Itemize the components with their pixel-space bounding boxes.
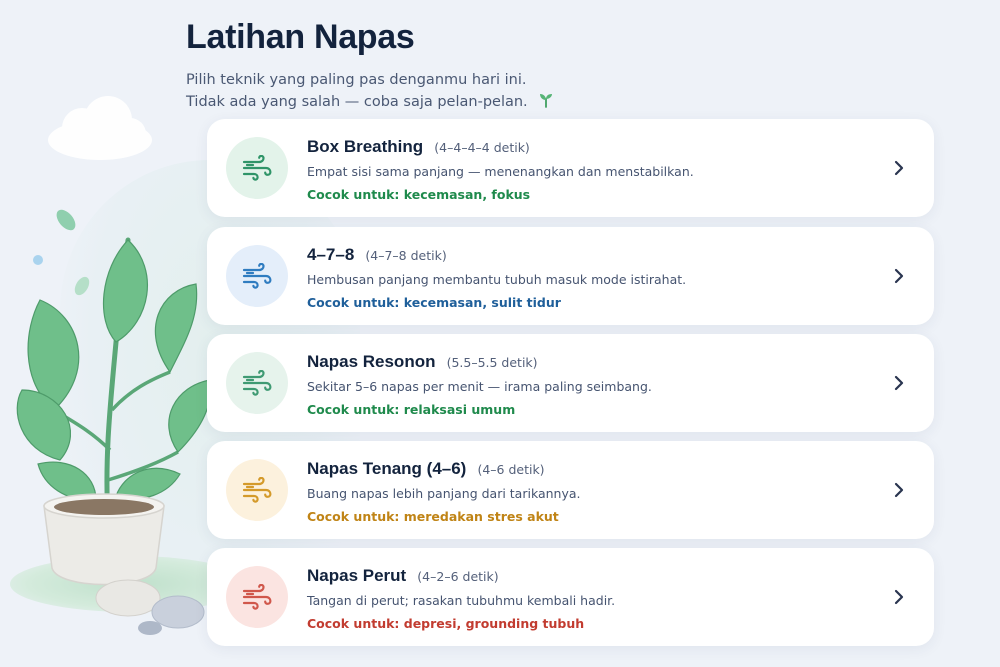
wind-icon	[242, 477, 272, 503]
technique-title: Napas Resonon	[307, 352, 436, 371]
technique-description: Sekitar 5–6 napas per menit — irama pali…	[307, 379, 652, 394]
chevron-right-icon[interactable]	[888, 265, 910, 287]
technique-card[interactable]: Box Breathing (4–4–4–4 detik) Empat sisi…	[207, 119, 934, 217]
technique-card[interactable]: Napas Resonon (5.5–5.5 detik) Sekitar 5–…	[207, 334, 934, 432]
technique-icon-badge	[226, 459, 288, 521]
plant-illustration	[16, 96, 212, 635]
technique-icon-badge	[226, 566, 288, 628]
technique-title: Box Breathing	[307, 137, 424, 156]
technique-title: Napas Perut	[307, 566, 407, 585]
wind-icon	[242, 584, 272, 610]
technique-timing: (4–4–4–4 detik)	[434, 140, 530, 155]
technique-icon-badge	[226, 352, 288, 414]
technique-title: Napas Tenang (4–6)	[307, 459, 467, 478]
stone-icon	[151, 595, 205, 629]
bubble-icon	[33, 255, 43, 265]
wind-icon	[242, 263, 272, 289]
page-subtitle: Pilih teknik yang paling pas denganmu ha…	[186, 69, 554, 113]
chevron-right-icon[interactable]	[888, 157, 910, 179]
sprout-icon	[540, 94, 553, 108]
header: Latihan Napas Pilih teknik yang paling p…	[186, 18, 554, 113]
technique-recommendation: Cocok untuk: kecemasan, fokus	[307, 187, 531, 202]
chevron-right-icon[interactable]	[888, 479, 910, 501]
chevron-right-icon[interactable]	[888, 372, 910, 394]
technique-recommendation: Cocok untuk: meredakan stres akut	[307, 509, 559, 524]
wind-icon	[242, 370, 272, 396]
technique-card[interactable]: Napas Perut (4–2–6 detik) Tangan di peru…	[207, 548, 934, 646]
subtitle-line-2: Tidak ada yang salah — coba saja pelan-p…	[186, 94, 528, 110]
technique-timing: (4–7–8 detik)	[365, 248, 447, 263]
technique-title: 4–7–8	[307, 245, 355, 264]
technique-recommendation: Cocok untuk: relaksasi umum	[307, 402, 516, 417]
technique-timing: (4–6 detik)	[477, 462, 545, 477]
small-leaf-icon	[74, 276, 90, 296]
stone-icon	[138, 621, 162, 635]
technique-description: Empat sisi sama panjang — menenangkan da…	[307, 164, 694, 179]
technique-card[interactable]: 4–7–8 (4–7–8 detik) Hembusan panjang mem…	[207, 227, 934, 325]
technique-description: Hembusan panjang membantu tubuh masuk mo…	[307, 272, 687, 287]
chevron-right-icon[interactable]	[888, 586, 910, 608]
technique-recommendation: Cocok untuk: kecemasan, sulit tidur	[307, 295, 561, 310]
stone-icon	[95, 579, 161, 617]
technique-timing: (5.5–5.5 detik)	[446, 355, 538, 370]
subtitle-line-1: Pilih teknik yang paling pas denganmu ha…	[186, 72, 527, 88]
technique-description: Buang napas lebih panjang dari tarikanny…	[307, 486, 581, 501]
floating-leaf-icon	[56, 209, 76, 231]
technique-card[interactable]: Napas Tenang (4–6) (4–6 detik) Buang nap…	[207, 441, 934, 539]
page-title: Latihan Napas	[186, 18, 415, 56]
pot-icon	[43, 493, 165, 586]
technique-icon-badge	[226, 245, 288, 307]
cloud-icon	[48, 96, 152, 160]
wind-icon	[242, 155, 272, 181]
technique-icon-badge	[226, 137, 288, 199]
technique-recommendation: Cocok untuk: depresi, grounding tubuh	[307, 616, 585, 631]
technique-description: Tangan di perut; rasakan tubuhmu kembali…	[307, 593, 616, 608]
technique-timing: (4–2–6 detik)	[417, 569, 499, 584]
